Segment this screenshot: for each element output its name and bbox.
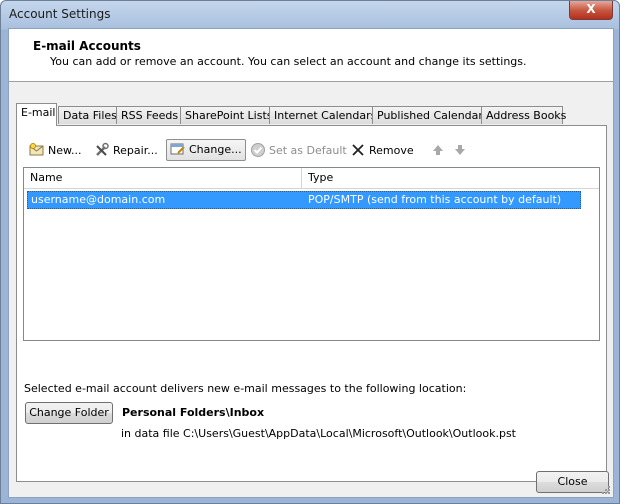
tab-published-calendars[interactable]: Published Calendars [372, 106, 489, 124]
delivery-folder-name: Personal Folders\Inbox [122, 406, 265, 419]
dialog-header: E-mail Accounts You can add or remove an… [9, 29, 613, 82]
set-as-default-label: Set as Default [269, 144, 347, 157]
new-email-icon [29, 142, 45, 158]
column-header-name[interactable]: Name [24, 168, 301, 188]
change-account-label: Change... [189, 143, 242, 156]
set-as-default-button[interactable]: Set as Default [250, 140, 347, 162]
resize-grip-icon[interactable] [601, 485, 611, 495]
arrow-up-icon [430, 142, 446, 158]
delivery-data-file-path: in data file C:\Users\Guest\AppData\Loca… [121, 427, 516, 440]
repair-tools-icon [94, 142, 110, 158]
tab-address-books[interactable]: Address Books [481, 106, 566, 124]
account-settings-window: Account Settings X E-mail Accounts You c… [0, 0, 620, 504]
account-type: POP/SMTP (send from this account by defa… [308, 193, 562, 206]
account-toolbar: New... Repair... Change... Set as Defaul… [21, 139, 581, 162]
tab-internet-calendars[interactable]: Internet Calendars [269, 106, 376, 124]
section-title: E-mail Accounts [33, 39, 141, 53]
tab-sharepoint-lists[interactable]: SharePoint Lists [180, 106, 273, 124]
delivery-location-description: Selected e-mail account delivers new e-m… [24, 382, 467, 395]
accounts-list[interactable]: Name Type username@domain.com POP/SMTP (… [23, 167, 600, 341]
change-folder-button[interactable]: Change Folder [25, 402, 113, 424]
remove-account-label: Remove [369, 144, 414, 157]
window-title: Account Settings [9, 7, 111, 21]
new-account-label: New... [48, 144, 82, 157]
accounts-list-header: Name Type [24, 168, 599, 189]
repair-account-button[interactable]: Repair... [94, 140, 158, 162]
remove-x-icon [350, 142, 366, 158]
dialog-client-area: E-mail Accounts You can add or remove an… [8, 28, 614, 498]
title-bar[interactable]: Account Settings X [1, 1, 619, 27]
account-row[interactable]: username@domain.com POP/SMTP (send from … [27, 191, 581, 209]
repair-account-label: Repair... [113, 144, 158, 157]
email-tab-panel: New... Repair... Change... Set as Defaul… [16, 125, 607, 482]
close-button[interactable]: Close [536, 471, 609, 493]
new-account-button[interactable]: New... [29, 140, 81, 162]
checkmark-icon [250, 142, 266, 158]
change-account-icon [170, 141, 186, 157]
tab-rss-feeds[interactable]: RSS Feeds [116, 106, 181, 124]
tab-email[interactable]: E-mail [16, 103, 57, 126]
window-close-button[interactable]: X [569, 1, 613, 20]
move-up-button[interactable] [430, 140, 449, 162]
arrow-down-icon [452, 142, 468, 158]
tab-data-files[interactable]: Data Files [58, 106, 117, 124]
remove-account-button[interactable]: Remove [350, 140, 414, 162]
change-account-button[interactable]: Change... [166, 139, 246, 161]
account-name: username@domain.com [31, 193, 166, 206]
column-header-type[interactable]: Type [302, 168, 599, 188]
section-description: You can add or remove an account. You ca… [50, 55, 527, 68]
move-down-button[interactable] [452, 140, 471, 162]
